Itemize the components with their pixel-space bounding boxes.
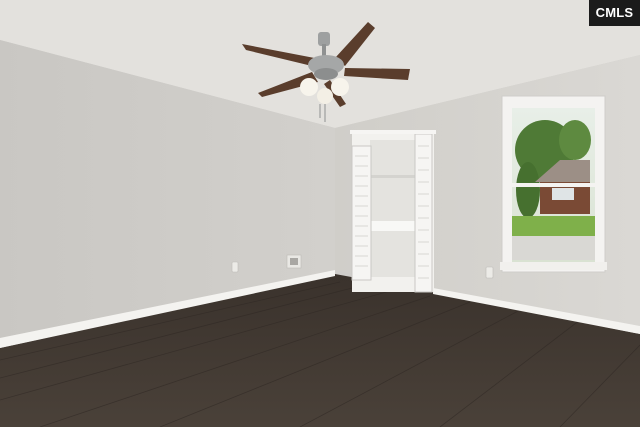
empty-bedroom-photo: CMLS: [0, 0, 640, 427]
window: [500, 95, 607, 273]
fan-light: [331, 78, 349, 96]
fan-light: [317, 88, 333, 104]
outlet-left: [231, 261, 239, 273]
room-illustration: [0, 0, 640, 427]
fan-light: [300, 78, 318, 96]
closet: [350, 130, 436, 293]
cmls-watermark: CMLS: [589, 0, 640, 26]
window-sill: [500, 262, 607, 270]
window-grass: [512, 216, 595, 236]
outlet-right: [485, 266, 494, 279]
closet-shelf: [370, 221, 416, 231]
